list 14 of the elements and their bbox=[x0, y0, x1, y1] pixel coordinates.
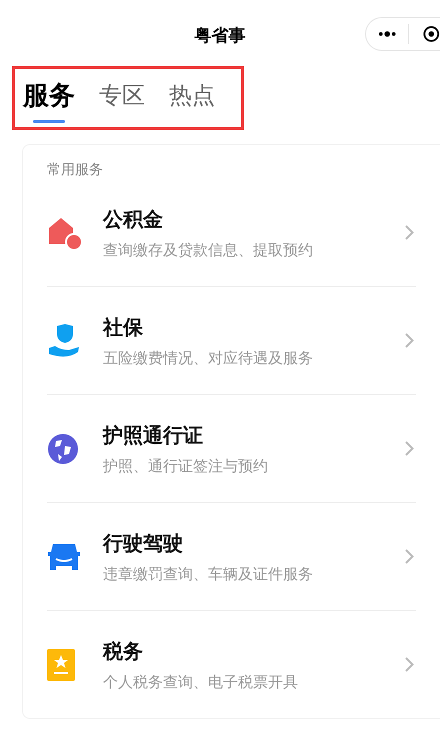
service-title[interactable]: 税务 bbox=[103, 638, 405, 664]
service-subtitle: 个人税务查询、电子税票开具 bbox=[103, 672, 299, 692]
service-title[interactable]: 行驶驾驶 bbox=[103, 530, 405, 556]
service-title[interactable]: 护照通行证 bbox=[103, 422, 405, 448]
tab[interactable]: 专区 bbox=[99, 80, 145, 116]
tab[interactable]: 热点 bbox=[169, 80, 215, 116]
service-title[interactable]: 社保 bbox=[103, 314, 405, 340]
service-subtitle: 查询缴存及贷款信息、提取预约 bbox=[103, 240, 314, 260]
service-title[interactable]: 公积金 bbox=[103, 206, 405, 232]
window-title: 粤省事 bbox=[194, 24, 246, 46]
service-subtitle: 五险缴费情况、对应待遇及服务 bbox=[103, 348, 314, 368]
service-subtitle: 护照、通行证签注与预约 bbox=[103, 456, 269, 476]
section-title: 常用服务 bbox=[47, 161, 104, 179]
service-subtitle: 违章缴罚查询、车辆及证件服务 bbox=[103, 564, 314, 584]
